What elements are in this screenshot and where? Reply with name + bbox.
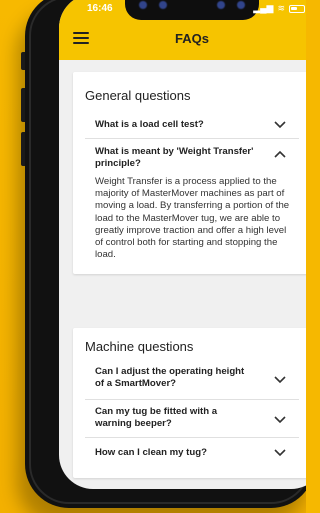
- section-title: General questions: [85, 88, 191, 103]
- notch-reflection: [217, 1, 225, 9]
- faq-section-machine: Machine questions Can I adjust the opera…: [73, 328, 306, 478]
- chevron-down-icon[interactable]: [273, 120, 287, 130]
- faq-question: Can my tug be fitted with a warning beep…: [95, 406, 218, 429]
- section-title: Machine questions: [85, 339, 194, 354]
- faq-section-general: General questions What is a load cell te…: [73, 72, 306, 274]
- faq-answer: Weight Transfer is a process applied to …: [95, 176, 290, 261]
- chevron-down-icon[interactable]: [273, 375, 287, 385]
- phone-volume-up-button: [21, 88, 25, 122]
- faq-item[interactable]: Can I adjust the operating height of a S…: [85, 360, 299, 400]
- chevron-up-icon[interactable]: [273, 149, 287, 159]
- phone-notch: [125, 0, 259, 20]
- faq-item-expanded[interactable]: What is meant by 'Weight Transfer' princ…: [85, 139, 299, 279]
- signal-icon: ▂▄▆: [253, 3, 274, 13]
- phone-screen: 16:46 ▂▄▆ ≋ FAQs General questions What …: [59, 0, 306, 489]
- faq-question: What is meant by 'Weight Transfer' princ…: [95, 146, 254, 169]
- notch-reflection: [159, 1, 167, 9]
- notch-reflection: [139, 1, 147, 9]
- battery-icon: [289, 4, 305, 13]
- faq-question: What is a load cell test?: [95, 119, 204, 130]
- faq-item[interactable]: How can I clean my tug?: [85, 438, 299, 468]
- faq-item[interactable]: Can my tug be fitted with a warning beep…: [85, 400, 299, 438]
- faq-question: Can I adjust the operating height of a S…: [95, 366, 245, 389]
- promo-background: 16:46 ▂▄▆ ≋ FAQs General questions What …: [0, 0, 306, 513]
- phone-side-button: [21, 52, 25, 70]
- chevron-down-icon[interactable]: [273, 415, 287, 425]
- faq-question: How can I clean my tug?: [95, 447, 207, 458]
- phone-volume-down-button: [21, 132, 25, 166]
- status-icons: ▂▄▆ ≋: [253, 3, 305, 14]
- faq-item[interactable]: What is a load cell test?: [85, 111, 299, 139]
- wifi-icon: ≋: [277, 3, 285, 13]
- status-time: 16:46: [87, 3, 113, 14]
- page-title: FAQs: [175, 31, 209, 46]
- chevron-down-icon[interactable]: [273, 448, 287, 458]
- app-header: 16:46 ▂▄▆ ≋ FAQs: [59, 0, 306, 60]
- notch-reflection: [237, 1, 245, 9]
- phone-device: 16:46 ▂▄▆ ≋ FAQs General questions What …: [21, 0, 306, 508]
